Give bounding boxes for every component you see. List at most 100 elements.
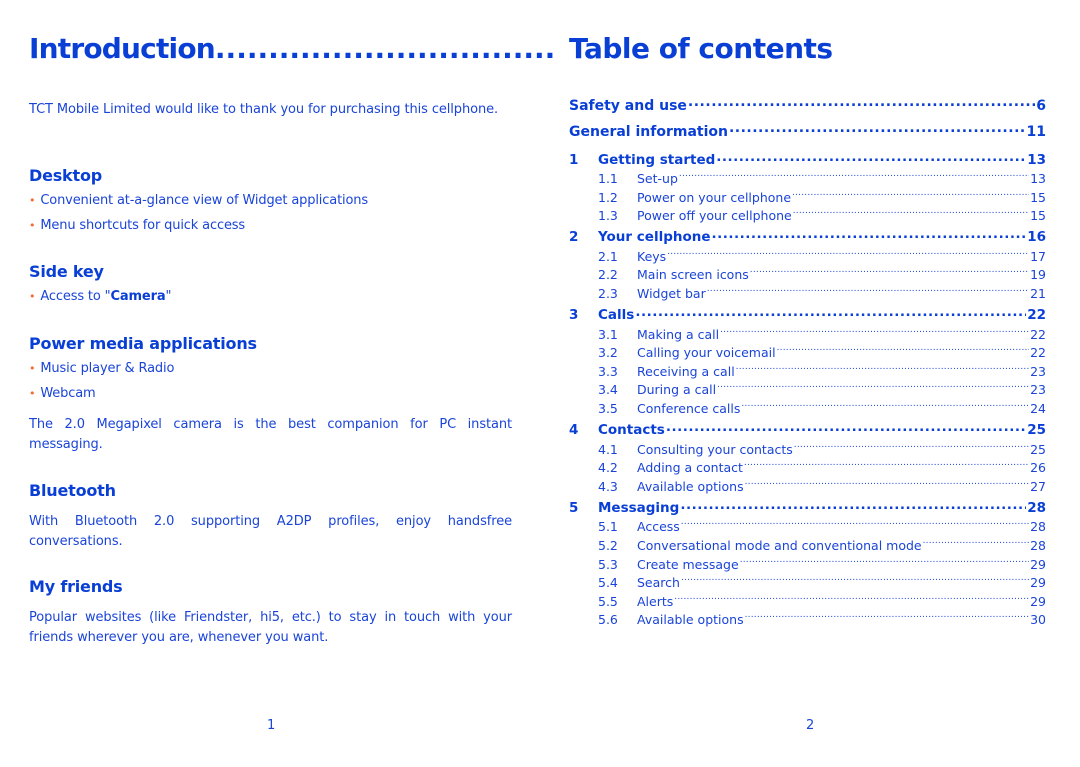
toc-entry-title: Main screen icons [637, 267, 749, 283]
toc-entry-title: Conversational mode and conventional mod… [637, 537, 922, 553]
toc-entry-number: 1.2 [598, 189, 618, 205]
toc-entry-number: 5.5 [598, 593, 618, 609]
toc-entry-title: Available options [637, 478, 744, 494]
table-of-contents: Safety and use6General information111Get… [569, 96, 1046, 630]
toc-dot-leader [794, 441, 1029, 454]
toc-dot-leader [717, 382, 1029, 395]
toc-entry-page: 22 [1030, 326, 1046, 342]
bullet-text-suffix: " [165, 289, 172, 304]
bullet-icon: • [29, 387, 36, 400]
toc-entry[interactable]: 4.3 Available options 27 [569, 478, 1046, 497]
toc-entry[interactable]: 1 Getting started 13 [569, 150, 1046, 170]
toc-entry[interactable]: 3.2 Calling your voicemail 22 [569, 344, 1046, 363]
toc-title: Table of contents [569, 32, 833, 65]
toc-entry-number: 2 [569, 229, 579, 246]
bullet-icon: • [29, 362, 36, 375]
toc-entry-title: Keys [637, 248, 667, 264]
toc-entry-page: 13 [1030, 171, 1046, 186]
toc-dot-leader [712, 228, 1027, 242]
toc-entry-number: 4.1 [598, 441, 618, 457]
my-friends-paragraph: Popular websites (like Friendster, hi5, … [29, 610, 512, 645]
toc-entry[interactable]: 1.1 Set-up 13 [569, 170, 1046, 189]
toc-entry-title: Consulting your contacts [637, 441, 793, 457]
toc-entry[interactable]: 5.3 Create message 29 [569, 556, 1046, 575]
toc-entry-page: 25 [1030, 441, 1046, 457]
toc-entry-page: 15 [1030, 208, 1046, 224]
toc-entry[interactable]: 5.2 Conversational mode and conventional … [569, 537, 1046, 556]
toc-entry[interactable]: 5.6 Available options 30 [569, 611, 1046, 630]
toc-entry[interactable]: General information 11 [569, 122, 1046, 148]
toc-entry[interactable]: 2.3 Widget bar 21 [569, 285, 1046, 304]
toc-entry[interactable]: 3.3 Receiving a call 23 [569, 363, 1046, 382]
bluetooth-paragraph: With Bluetooth 2.0 supporting A2DP profi… [29, 514, 512, 549]
toc-entry[interactable]: 3.5 Conference calls 24 [569, 400, 1046, 419]
toc-entry[interactable]: 5.4 Search 29 [569, 574, 1046, 593]
toc-entry-title: Widget bar [637, 285, 706, 301]
bullet-text: Access to " [40, 289, 111, 304]
toc-entry[interactable]: 3.1 Making a call 22 [569, 326, 1046, 345]
toc-dot-leader [681, 575, 1029, 588]
toc-dot-leader [716, 150, 1026, 164]
bullet-item: • Menu shortcuts for quick access [29, 217, 512, 235]
introduction-title-text: Introduction [29, 32, 216, 65]
toc-entry-page: 23 [1030, 363, 1046, 379]
bullet-text: Music player & Radio [40, 361, 175, 376]
toc-entry-page: 21 [1030, 285, 1046, 301]
bullet-item: • Access to "Camera" [29, 288, 512, 306]
toc-entry-page: 15 [1030, 189, 1046, 205]
bullet-text: Convenient at-a-glance view of Widget ap… [40, 193, 369, 208]
toc-entry[interactable]: 5.1 Access 28 [569, 518, 1046, 537]
toc-entry[interactable]: Safety and use 6 [569, 96, 1046, 122]
toc-entry[interactable]: 3 Calls 22 [569, 306, 1046, 326]
toc-entry-title: Contacts [598, 422, 665, 439]
toc-dot-leader [745, 478, 1030, 491]
toc-entry[interactable]: 4.2 Adding a contact 26 [569, 459, 1046, 478]
toc-entry-page: 29 [1030, 575, 1046, 591]
toc-entry[interactable]: 1.3 Power off your cellphone 15 [569, 207, 1046, 226]
toc-dot-leader [679, 171, 1029, 184]
toc-entry-title: Power on your cellphone [637, 189, 792, 205]
toc-entry-number: 3.2 [598, 345, 618, 361]
toc-entry[interactable]: 4 Contacts 25 [569, 421, 1046, 441]
bullet-item: • Convenient at-a-glance view of Widget a… [29, 192, 512, 210]
toc-entry-page: 28 [1030, 537, 1046, 553]
toc-entry-title: General information [569, 124, 728, 140]
toc-dot-leader [744, 460, 1029, 473]
toc-entry-title: Search [637, 575, 680, 591]
toc-entry[interactable]: 1.2 Power on your cellphone 15 [569, 189, 1046, 208]
toc-entry-title: Receiving a call [637, 363, 735, 379]
toc-dot-leader [681, 519, 1029, 532]
toc-entry-number: 2.3 [598, 285, 618, 301]
toc-entry-title: Messaging [598, 499, 680, 516]
right-page: Table of contents Safety and use 6 General… [569, 0, 1046, 767]
toc-dot-leader [750, 267, 1029, 280]
toc-dot-leader [741, 400, 1029, 413]
toc-entry-number: 2.1 [598, 248, 618, 264]
toc-dot-leader [745, 612, 1030, 625]
bullet-text: Menu shortcuts for quick access [40, 218, 246, 233]
side-key-bullet-list: • Access to "Camera" [29, 288, 512, 306]
toc-entry-number: 2.2 [598, 267, 618, 283]
toc-dot-leader [740, 556, 1029, 569]
toc-entry-number: 5.1 [598, 519, 618, 535]
toc-entry[interactable]: 5 Messaging 28 [569, 498, 1046, 518]
toc-entry[interactable]: 2.2 Main screen icons 19 [569, 266, 1046, 285]
section-heading-bluetooth: Bluetooth [29, 481, 116, 500]
toc-entry[interactable]: 3.4 During a call 23 [569, 381, 1046, 400]
toc-entry-title: Calls [598, 307, 635, 324]
toc-entry-title: During a call [637, 382, 717, 398]
toc-entry-page: 24 [1030, 400, 1046, 416]
toc-entry[interactable]: 2 Your cellphone 16 [569, 228, 1046, 248]
toc-entry-number: 3 [569, 307, 579, 324]
toc-entry-title: Calling your voicemail [637, 345, 776, 361]
toc-entry-title: Getting started [598, 151, 716, 168]
toc-dot-leader [667, 248, 1029, 261]
toc-entry[interactable]: 5.5 Alerts 29 [569, 593, 1046, 612]
toc-entry-page: 6 [1036, 98, 1046, 114]
toc-entry-title: Access [637, 519, 680, 535]
toc-entry-number: 5.3 [598, 556, 618, 572]
bullet-item: • Music player & Radio [29, 360, 512, 378]
toc-entry[interactable]: 2.1 Keys 17 [569, 248, 1046, 267]
toc-entry[interactable]: 4.1 Consulting your contacts 25 [569, 441, 1046, 460]
section-heading-desktop: Desktop [29, 166, 102, 185]
